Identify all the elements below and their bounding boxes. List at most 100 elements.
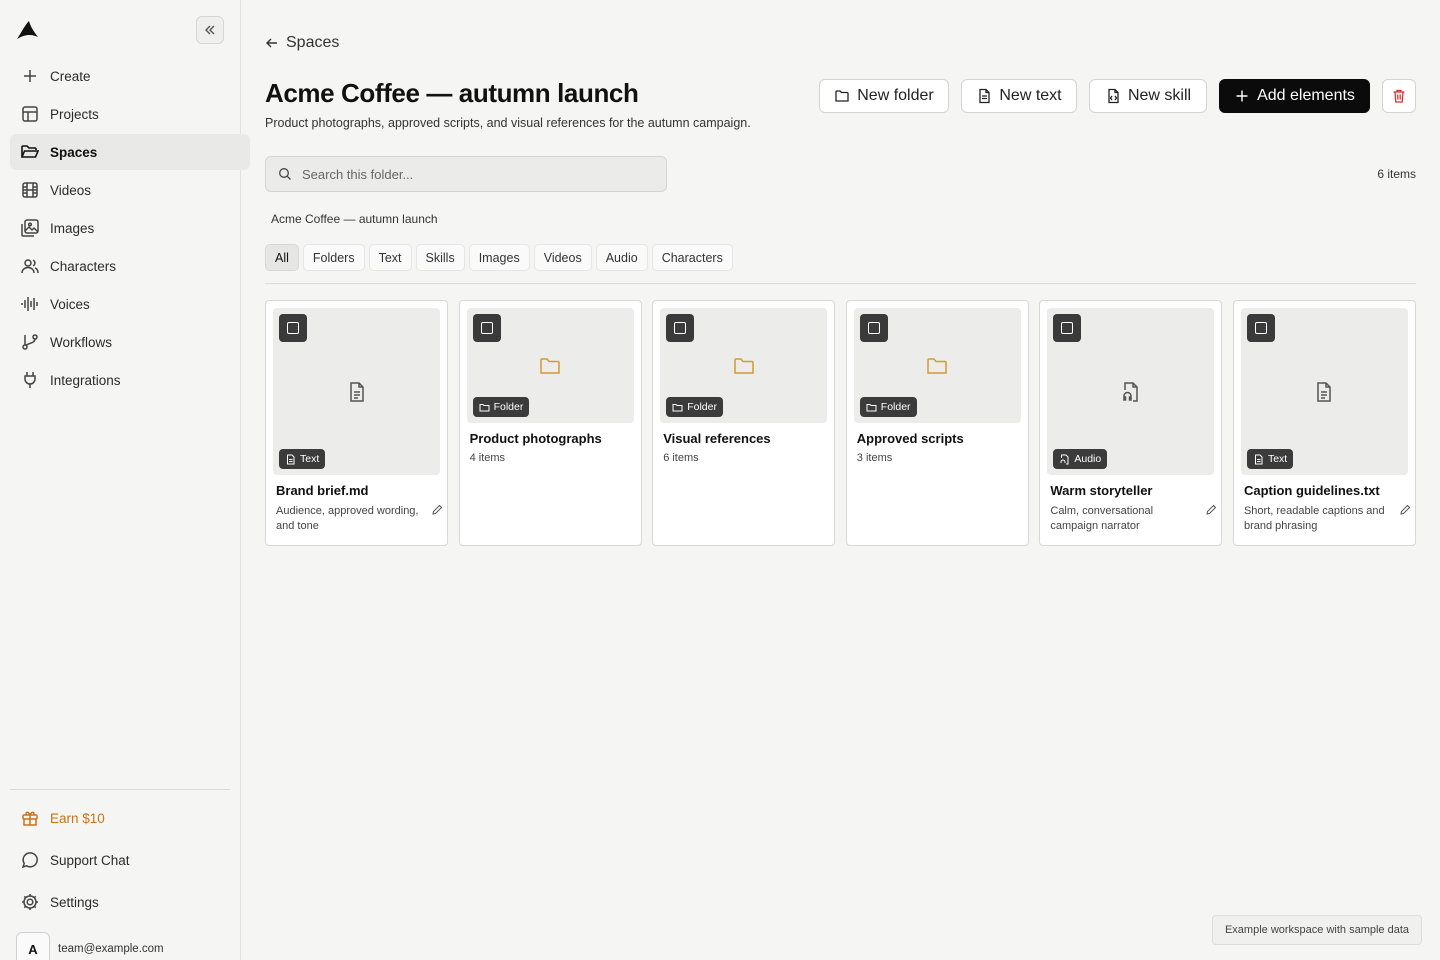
card-title: Product photographs (469, 431, 602, 446)
card-approved-scripts[interactable]: Folder Approved scripts 3 items (845, 300, 1029, 546)
audio-lines-icon (21, 297, 38, 311)
page-title: Acme Coffee — autumn launch (265, 78, 639, 108)
plug-icon (24, 372, 36, 388)
folder-icon (672, 403, 683, 411)
card-item-count: 6 items (663, 452, 699, 464)
folder-icon (733, 357, 754, 374)
filter-folders[interactable]: Folders (302, 244, 365, 271)
card-item-count: 4 items (469, 452, 506, 464)
badge-label: Folder (880, 401, 911, 413)
filter-characters[interactable]: Characters (651, 244, 733, 271)
folder-icon (540, 357, 560, 374)
filter-videos[interactable]: Videos (533, 244, 592, 271)
card-grid: Text Brand brief.md Audience, approved w… (265, 300, 1416, 546)
select-checkbox[interactable] (472, 314, 501, 342)
earn-label: Earn $10 (50, 810, 105, 826)
file-text-icon (1317, 381, 1332, 402)
filter-audio[interactable]: Audio (595, 244, 648, 271)
users-icon (21, 259, 39, 274)
sidebar-divider (10, 789, 230, 790)
badge-label: Folder (493, 401, 524, 413)
card-item-count: 3 items (856, 452, 893, 464)
user-menu[interactable]: A team@example.com (16, 932, 164, 960)
new-text-label: New text (999, 87, 1062, 104)
new-folder-button[interactable]: New folder (819, 79, 949, 113)
card-thumbnail: Audio (1047, 308, 1215, 475)
message-circle-icon (21, 852, 38, 869)
filter-all[interactable]: All (265, 244, 299, 271)
trash-icon (1393, 89, 1405, 103)
card-brand-brief[interactable]: Text Brand brief.md Audience, approved w… (265, 300, 448, 546)
card-thumbnail: Text (273, 308, 440, 475)
support-chat-label: Support Chat (50, 852, 130, 868)
file-text-icon (287, 454, 295, 464)
filter-text[interactable]: Text (368, 244, 412, 271)
sidebar-item-label: Create (50, 68, 91, 84)
file-text-icon (1254, 454, 1263, 464)
sidebar-item-videos[interactable]: Videos (10, 172, 250, 208)
folder-icon (479, 403, 490, 411)
new-text-button[interactable]: New text (961, 79, 1077, 113)
filter-skills[interactable]: Skills (415, 244, 465, 271)
filter-tabs: All Folders Text Skills Images Videos Au… (265, 244, 737, 271)
earn-link[interactable]: Earn $10 (10, 799, 240, 837)
support-chat-link[interactable]: Support Chat (10, 841, 240, 879)
new-skill-button[interactable]: New skill (1089, 79, 1207, 113)
breadcrumb[interactable]: Acme Coffee — autumn launch (271, 212, 438, 226)
settings-link[interactable]: Settings (10, 883, 240, 921)
film-icon (22, 182, 38, 198)
pencil-icon[interactable] (1399, 504, 1411, 516)
file-text-icon (979, 88, 991, 104)
sidebar-item-label: Images (50, 220, 95, 236)
sidebar-item-projects[interactable]: Projects (10, 96, 250, 132)
gear-icon (22, 894, 38, 910)
sidebar-item-images[interactable]: Images (10, 210, 250, 246)
card-product-photographs[interactable]: Folder Product photographs 4 items (458, 300, 642, 546)
card-warm-storyteller[interactable]: Audio Warm storyteller Calm, conversatio… (1039, 300, 1223, 546)
select-checkbox[interactable] (279, 314, 307, 342)
select-checkbox[interactable] (1246, 314, 1275, 342)
plus-icon (24, 70, 36, 82)
collapse-sidebar-button[interactable] (196, 16, 224, 44)
card-description: Short, readable captions and brand phras… (1243, 505, 1385, 532)
sidebar-item-integrations[interactable]: Integrations (10, 362, 250, 398)
card-caption-guidelines[interactable]: Text Caption guidelines.txt Short, reada… (1232, 300, 1416, 546)
select-checkbox[interactable] (859, 314, 888, 342)
delete-button[interactable] (1382, 79, 1416, 113)
sidebar-item-label: Projects (50, 106, 99, 122)
back-to-spaces-link[interactable]: Spaces (265, 34, 339, 52)
sidebar-item-spaces[interactable]: Spaces (10, 134, 250, 170)
add-elements-button[interactable]: Add elements (1219, 79, 1370, 113)
type-badge: Text (279, 449, 326, 469)
search-icon (279, 168, 291, 180)
settings-label: Settings (50, 894, 99, 910)
sidebar-item-voices[interactable]: Voices (10, 286, 250, 322)
sidebar-item-create[interactable]: Create (10, 58, 250, 94)
select-checkbox[interactable] (1053, 314, 1082, 342)
badge-label: Folder (687, 401, 717, 413)
add-elements-label: Add elements (1257, 87, 1355, 104)
sidebar-item-label: Characters (50, 258, 117, 274)
card-thumbnail: Folder (853, 308, 1021, 423)
sidebar-item-label: Voices (50, 296, 90, 312)
search-field[interactable] (265, 156, 667, 192)
card-visual-references[interactable]: Folder Visual references 6 items (652, 300, 836, 546)
sidebar-item-label: Spaces (50, 144, 98, 160)
card-thumbnail: Folder (466, 308, 634, 423)
search-input[interactable] (302, 166, 642, 182)
sidebar-item-workflows[interactable]: Workflows (10, 324, 250, 360)
badge-label: Text (1267, 453, 1288, 465)
pencil-icon[interactable] (1205, 504, 1217, 516)
filter-images[interactable]: Images (468, 244, 530, 271)
type-badge: Text (1246, 449, 1294, 469)
type-badge: Folder (472, 397, 530, 417)
sidebar-nav: Create Projects Spaces Videos Images Cha… (10, 58, 250, 400)
page-subtitle: Product photographs, approved scripts, a… (265, 116, 751, 130)
back-label: Spaces (286, 34, 340, 51)
select-checkbox[interactable] (666, 314, 695, 342)
sidebar-item-characters[interactable]: Characters (10, 248, 250, 284)
pencil-icon[interactable] (431, 504, 443, 516)
sidebar-item-label: Videos (50, 182, 92, 198)
logo-icon[interactable] (15, 19, 39, 41)
sample-data-notice: Example workspace with sample data (1211, 915, 1422, 945)
